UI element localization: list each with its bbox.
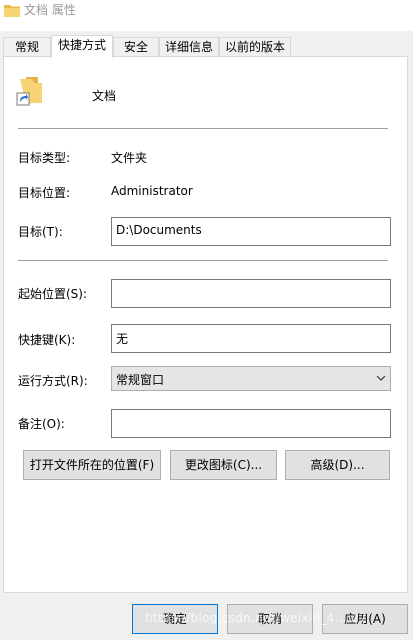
title-bar: 文档 属性 [0,0,413,31]
tab-general[interactable]: 常规 [3,37,51,58]
run-select-value: 常规窗口 [116,373,165,387]
tab-details[interactable]: 详细信息 [159,37,219,58]
shortcut-key-input[interactable]: 无 [111,324,391,353]
target-input[interactable]: D:\Documents [111,217,391,246]
target-label: 目标(T): [18,225,63,239]
open-file-location-button[interactable]: 打开文件所在的位置(F) [23,450,161,480]
shortcut-name: 文档 [92,89,117,103]
watermark-text: https://blog.csdn.net/weixin_4....27 [145,611,367,625]
tab-security[interactable]: 安全 [113,37,159,58]
shortcut-key-label: 快捷键(K): [18,333,76,347]
tab-shortcut[interactable]: 快捷方式 [51,35,113,58]
advanced-button[interactable]: 高级(D)... [285,450,390,480]
start-in-label: 起始位置(S): [18,287,88,301]
target-location-value: Administrator [111,184,193,198]
comment-label: 备注(O): [18,417,65,431]
window-title: 文档 属性 [24,3,76,17]
change-icon-button[interactable]: 更改图标(C)... [170,450,277,480]
start-in-input[interactable] [111,279,391,308]
folder-icon [4,5,20,17]
tab-bar: 常规 快捷方式 安全 详细信息 以前的版本 [0,35,413,58]
divider [18,260,388,261]
chevron-down-icon [376,375,386,381]
target-type-value: 文件夹 [111,151,148,165]
tab-previous-versions[interactable]: 以前的版本 [219,37,291,58]
comment-input[interactable] [111,409,391,438]
target-location-label: 目标位置: [18,186,71,200]
run-label: 运行方式(R): [18,374,88,388]
target-type-label: 目标类型: [18,151,71,165]
divider [18,128,388,129]
run-select[interactable]: 常规窗口 [111,366,391,391]
folder-shortcut-icon [16,77,42,106]
